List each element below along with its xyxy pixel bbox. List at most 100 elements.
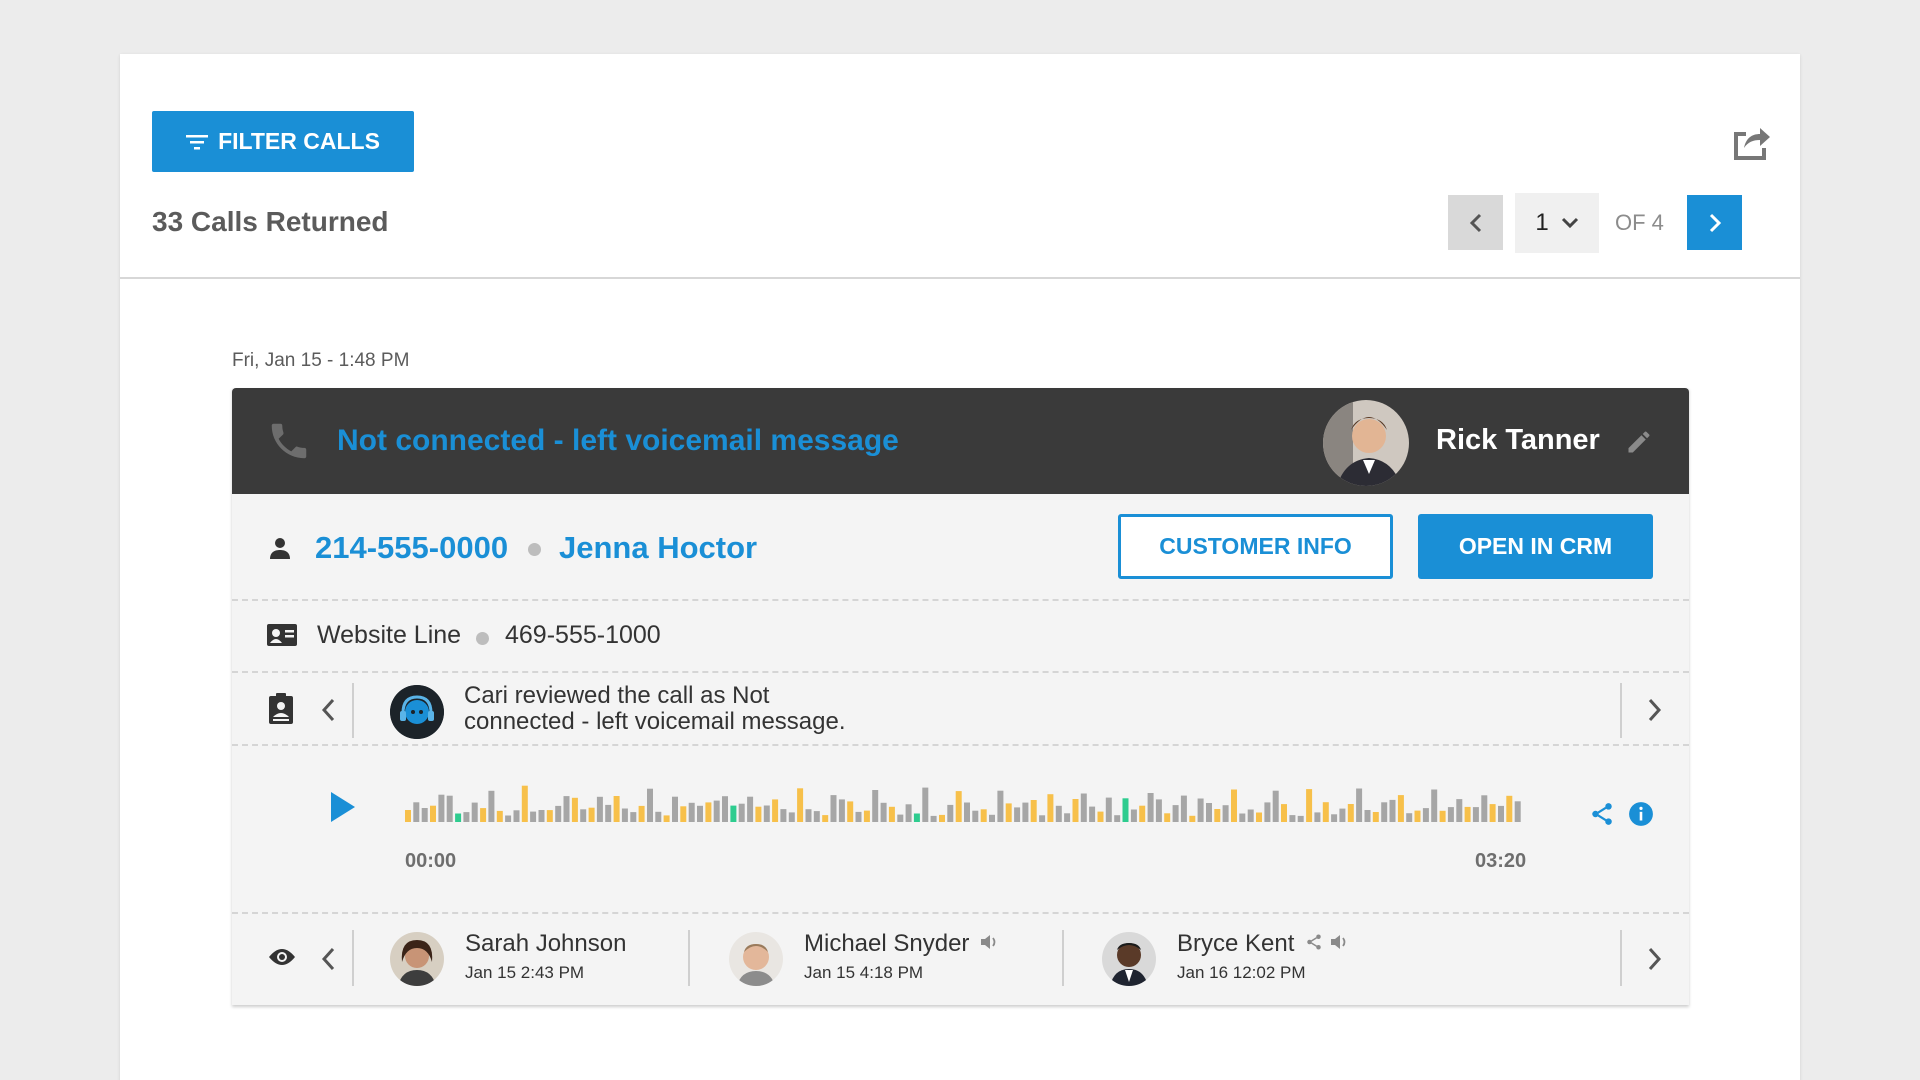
waveform-bar: [663, 815, 670, 822]
chevron-left-icon[interactable]: [320, 946, 336, 972]
waveform-bar: [438, 794, 445, 822]
waveform-bar: [496, 810, 503, 822]
review-summary: Cari reviewed the call as Not connected …: [464, 682, 846, 735]
caller-number[interactable]: 214-555-0000: [315, 530, 508, 566]
waveform-bar: [813, 811, 820, 822]
waveform-bar: [563, 796, 570, 822]
waveform-bar: [1080, 793, 1087, 822]
viewer-avatar: [1102, 932, 1156, 986]
waveform-bar: [588, 807, 595, 822]
waveform-bar: [972, 810, 979, 822]
tracking-line-number: 469-555-1000: [505, 621, 661, 649]
call-card: Not connected - left voicemail message R…: [232, 388, 1689, 1005]
previous-page-button[interactable]: [1448, 195, 1503, 250]
filter-icon: [186, 134, 209, 149]
waveform-bar: [555, 805, 562, 822]
waveform-bar: [888, 806, 895, 822]
waveform-bar: [913, 813, 920, 822]
divider: [352, 683, 354, 738]
waveform-bar: [1197, 798, 1204, 822]
waveform-bar: [1256, 812, 1262, 822]
speaker-icon: [981, 935, 996, 949]
chevron-down-icon: [1561, 217, 1578, 228]
waveform-bar: [513, 810, 520, 822]
viewer-item[interactable]: Bryce Kent Jan 16 12:02 PM: [1102, 930, 1382, 986]
waveform-bar: [621, 808, 628, 822]
viewer-item[interactable]: Michael Snyder Jan 15 4:18 PM: [729, 930, 1029, 986]
waveform-bar: [1414, 810, 1421, 822]
waveform-bar: [1389, 799, 1396, 822]
customer-info-button[interactable]: CUSTOMER INFO: [1118, 514, 1393, 579]
waveform-bar: [688, 802, 695, 822]
waveform-bar: [1489, 804, 1496, 822]
play-icon[interactable]: [329, 791, 357, 823]
waveform-bar: [730, 805, 737, 822]
call-date: Fri, Jan 15 - 1:48 PM: [232, 350, 410, 371]
waveform-bar: [546, 810, 553, 822]
caller-name[interactable]: Jenna Hoctor: [559, 530, 757, 566]
audio-waveform[interactable]: [405, 782, 1523, 822]
waveform-bar: [738, 803, 745, 822]
waveform-bar: [880, 802, 887, 822]
waveform-bar: [1381, 802, 1388, 822]
waveform-bar: [964, 802, 970, 822]
page-total: OF 4: [1615, 209, 1664, 235]
waveform-bar: [930, 815, 937, 822]
separator-dot: [476, 632, 489, 645]
divider: [352, 930, 354, 986]
agent-name: Rick Tanner: [1436, 424, 1600, 456]
waveform-bar: [1406, 813, 1413, 822]
viewer-item[interactable]: Sarah Johnson Jan 15 2:43 PM: [390, 930, 640, 986]
contact-card-icon: [267, 624, 297, 646]
waveform-bar: [905, 804, 912, 822]
waveform-bar: [655, 811, 662, 822]
waveform-bar: [488, 790, 495, 822]
waveform-bar: [1297, 815, 1304, 822]
waveform-bar: [747, 796, 754, 822]
share-icon[interactable]: [1589, 801, 1615, 827]
notes-icon: [269, 693, 293, 724]
waveform-bar: [1264, 802, 1271, 822]
chevron-right-icon[interactable]: [1647, 697, 1663, 723]
viewer-name: Bryce Kent: [1177, 930, 1295, 957]
call-disposition[interactable]: Not connected - left voicemail message: [337, 424, 899, 458]
chevron-right-icon: [1709, 213, 1721, 232]
viewer-date: Jan 15 4:18 PM: [804, 963, 924, 982]
waveform-bar: [697, 805, 703, 822]
info-icon[interactable]: [1628, 801, 1654, 827]
next-page-button[interactable]: [1687, 195, 1742, 250]
tracking-line-row: Website Line 469-555-1000: [232, 601, 1689, 673]
viewer-name: Sarah Johnson: [465, 930, 627, 957]
waveform-bar: [1005, 803, 1012, 822]
chevron-right-icon[interactable]: [1647, 946, 1663, 972]
filter-calls-button[interactable]: FILTER CALLS: [152, 111, 414, 172]
waveform-bar: [1064, 813, 1071, 822]
waveform-bar: [947, 804, 954, 822]
waveform-bar: [1281, 804, 1287, 822]
viewer-name: Michael Snyder: [804, 930, 970, 957]
waveform-bar: [1222, 805, 1229, 822]
waveform-bar: [1147, 793, 1154, 822]
waveform-bar: [1397, 795, 1404, 822]
chevron-left-icon[interactable]: [320, 697, 336, 723]
waveform-bar: [1047, 794, 1054, 822]
waveform-bar: [922, 787, 929, 822]
waveform-bar: [1030, 800, 1037, 822]
eye-icon: [269, 949, 295, 965]
waveform-bar: [1456, 799, 1463, 822]
agent-avatar: [1323, 400, 1409, 486]
filter-calls-label: FILTER CALLS: [218, 128, 380, 154]
speaker-icon: [1331, 935, 1346, 949]
pencil-icon[interactable]: [1625, 428, 1653, 456]
open-in-crm-button[interactable]: OPEN IN CRM: [1418, 514, 1653, 579]
page-select[interactable]: 1: [1515, 192, 1599, 253]
waveform-bar: [1289, 815, 1296, 822]
waveform-bar: [1272, 790, 1279, 822]
export-icon[interactable]: [1730, 122, 1770, 162]
divider: [1620, 683, 1622, 738]
waveform-bar: [1097, 811, 1104, 822]
waveform-bar: [1231, 789, 1237, 822]
waveform-bar: [1164, 813, 1171, 822]
waveform-bar: [505, 815, 512, 822]
waveform-bar: [1439, 810, 1446, 822]
